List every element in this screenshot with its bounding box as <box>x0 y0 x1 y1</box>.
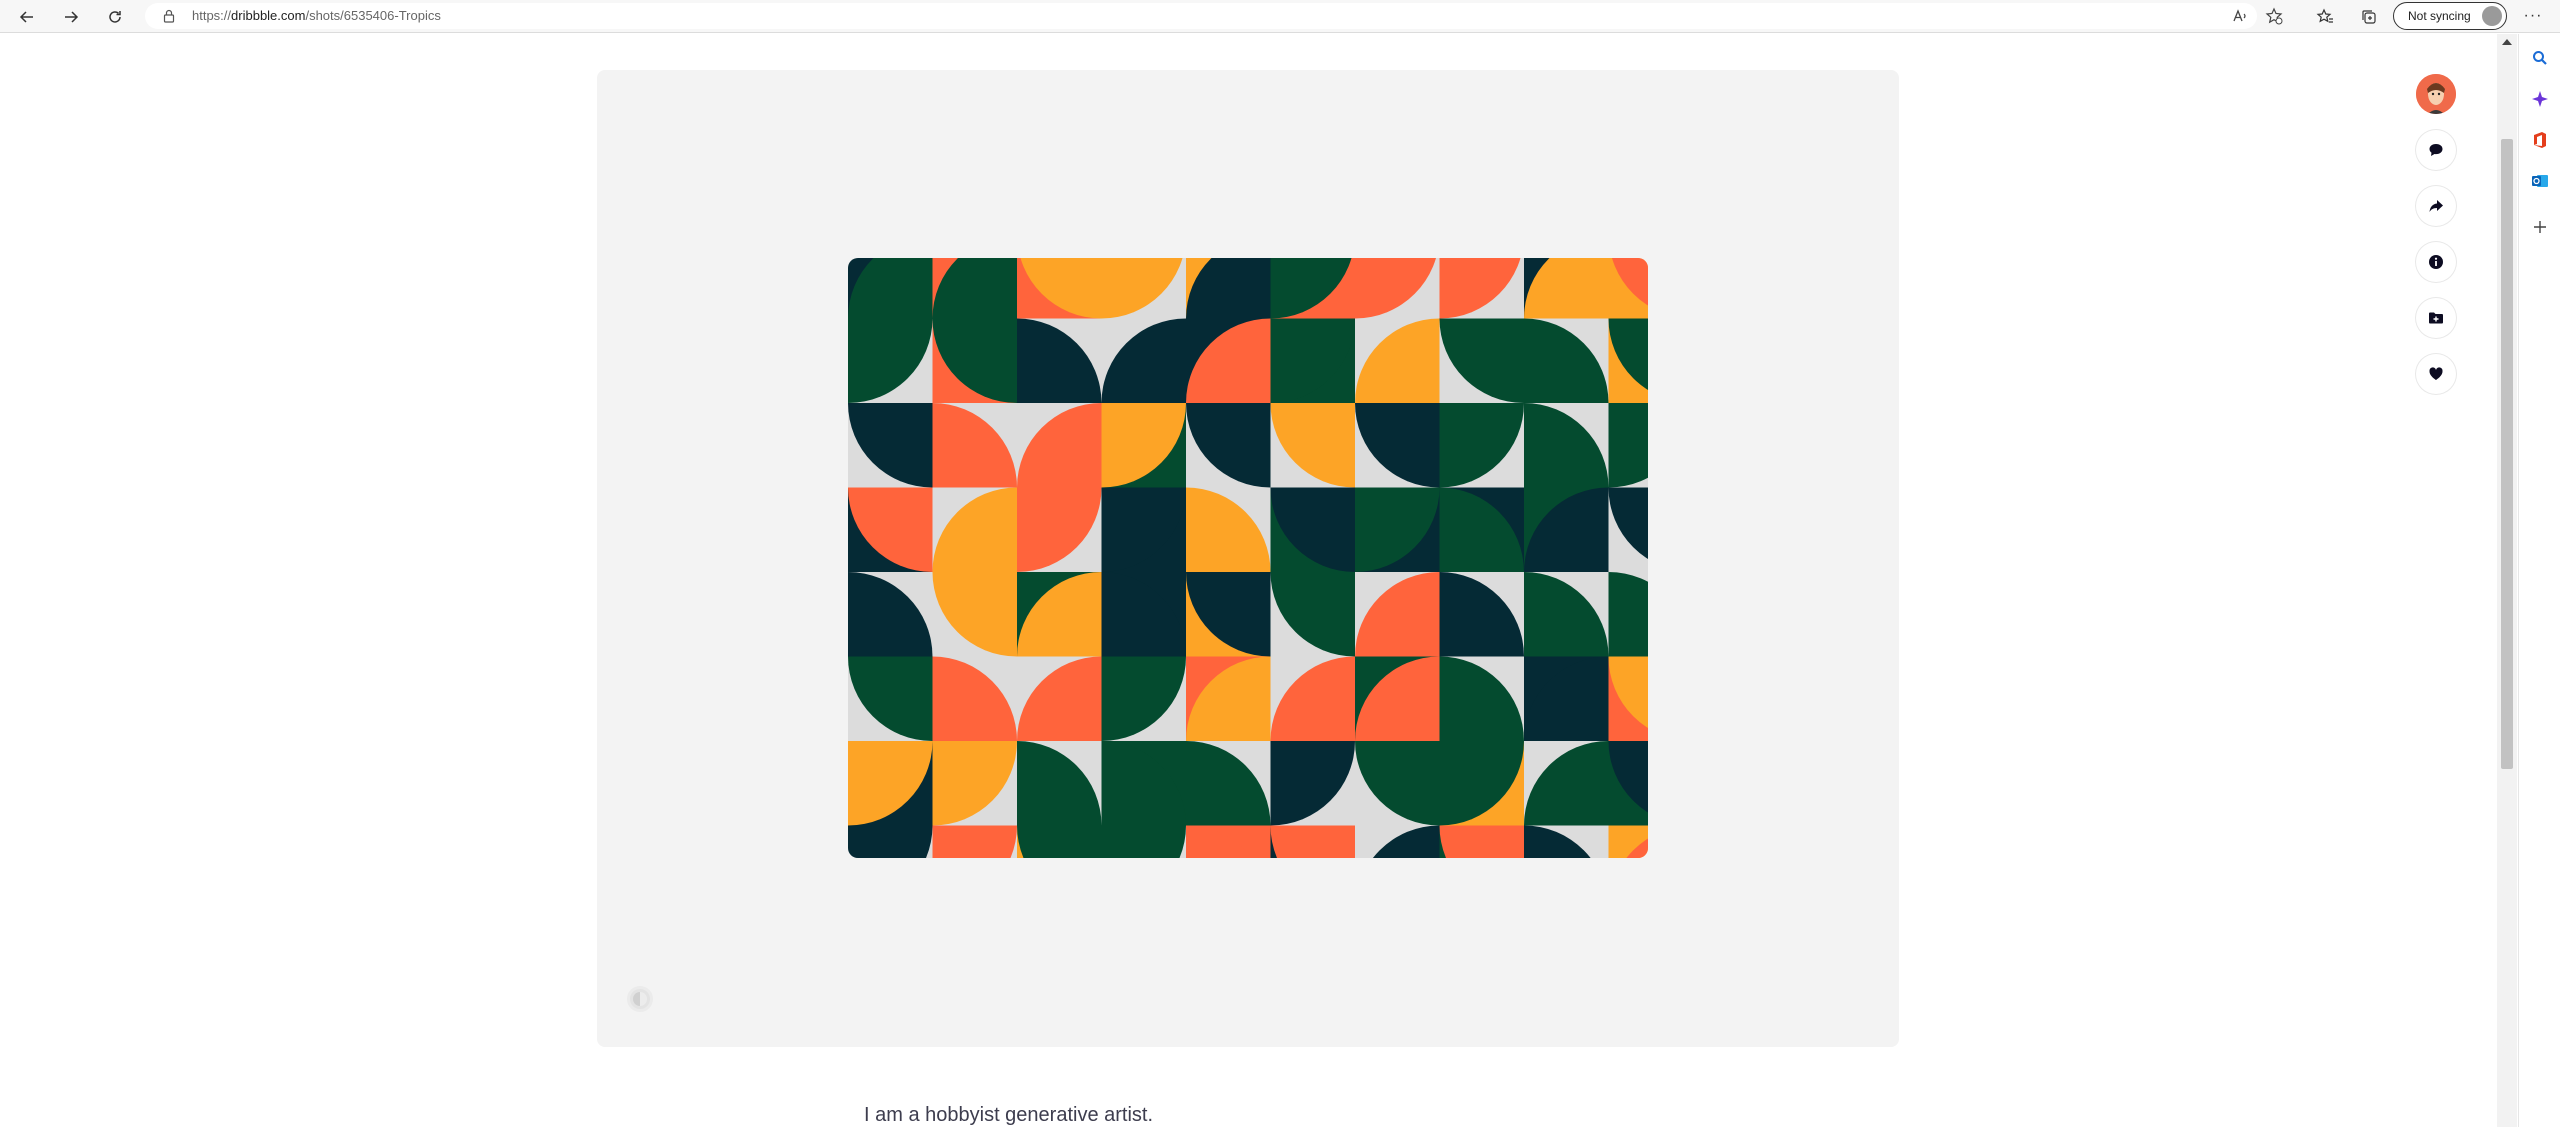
designer-avatar[interactable] <box>2416 74 2456 114</box>
read-aloud-button[interactable] <box>2227 3 2253 29</box>
profile-sync-button[interactable]: Not syncing <box>2393 2 2507 30</box>
plus-icon <box>2534 221 2546 233</box>
favorites-star-icon <box>2316 8 2333 23</box>
sidebar-add-button[interactable] <box>2529 216 2551 238</box>
shot-details-button[interactable] <box>2416 242 2456 282</box>
artwork-tile <box>1608 258 1648 319</box>
favorites-button[interactable] <box>2311 3 2339 31</box>
page-scrollbar[interactable] <box>2497 34 2517 1127</box>
back-button[interactable] <box>13 3 41 31</box>
share-button[interactable] <box>2416 186 2456 226</box>
office-icon <box>2534 132 2546 148</box>
share-arrow-icon <box>2429 200 2443 212</box>
forward-button[interactable] <box>57 3 85 31</box>
sidebar-copilot-button[interactable] <box>2529 88 2551 110</box>
edge-sidebar <box>2518 34 2560 1127</box>
heart-icon <box>2429 367 2443 380</box>
comment-icon <box>2429 144 2443 156</box>
folder-add-icon <box>2429 312 2443 324</box>
contrast-toggle-icon[interactable] <box>627 986 653 1012</box>
copilot-sparkle-icon <box>2532 91 2548 107</box>
artwork-tile <box>1608 825 1648 858</box>
refresh-icon <box>109 11 121 23</box>
browser-toolbar: https://dribbble.com/shots/6535406-Tropi… <box>0 0 2560 33</box>
url-host: dribbble.com <box>231 8 306 23</box>
collections-icon <box>2362 10 2376 24</box>
sync-label: Not syncing <box>2408 9 2471 23</box>
scrollbar-thumb[interactable] <box>2501 139 2513 769</box>
url-path: /shots/6535406-Tropics <box>305 8 441 23</box>
info-icon <box>2429 255 2443 269</box>
address-bar[interactable]: https://dribbble.com/shots/6535406-Tropi… <box>145 3 2257 29</box>
save-to-collection-button[interactable] <box>2416 298 2456 338</box>
tropics-pattern-graphic <box>848 258 1648 858</box>
url-text: https://dribbble.com/shots/6535406-Tropi… <box>192 8 441 23</box>
ellipsis-icon: ··· <box>2523 7 2543 24</box>
url-prefix: https:// <box>192 8 232 23</box>
back-arrow-icon <box>19 11 33 23</box>
shot-description: I am a hobbyist generative artist. <box>864 1104 1154 1126</box>
designer-avatar-illustration <box>2416 74 2456 114</box>
scroll-up-arrow-icon[interactable] <box>2502 39 2512 45</box>
outlook-icon <box>2532 175 2548 187</box>
settings-more-button[interactable]: ··· <box>2518 3 2548 29</box>
star-add-icon <box>2265 7 2283 25</box>
sidebar-search-button[interactable] <box>2529 47 2551 69</box>
read-aloud-icon <box>2233 9 2246 22</box>
shot-artwork-image[interactable] <box>848 258 1648 858</box>
like-button[interactable] <box>2416 354 2456 394</box>
lock-icon <box>163 9 175 23</box>
add-favorite-button[interactable] <box>2261 3 2287 29</box>
sidebar-office-button[interactable] <box>2529 129 2551 151</box>
refresh-button[interactable] <box>101 3 129 31</box>
comment-button[interactable] <box>2416 130 2456 170</box>
search-icon <box>2533 51 2547 65</box>
profile-avatar-icon <box>2482 6 2502 26</box>
collections-button[interactable] <box>2355 3 2383 31</box>
sidebar-outlook-button[interactable] <box>2529 170 2551 192</box>
forward-arrow-icon <box>65 11 79 23</box>
